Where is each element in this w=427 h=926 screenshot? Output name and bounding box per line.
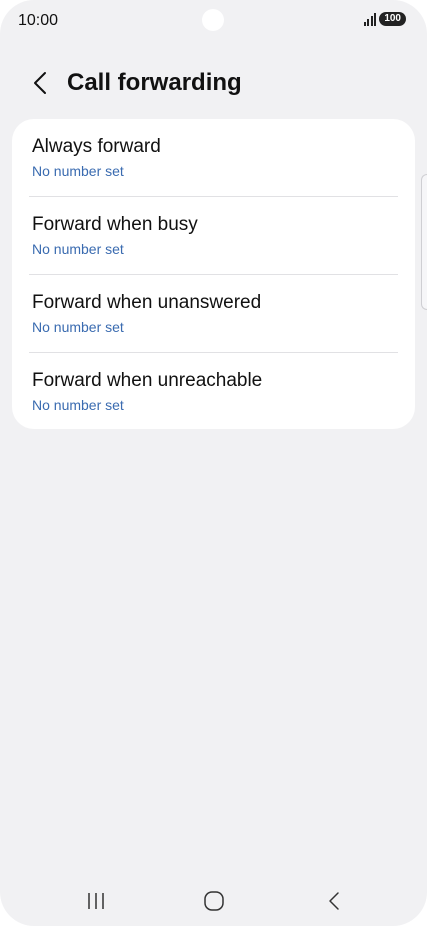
recents-button[interactable]	[74, 886, 118, 916]
nav-back-button[interactable]	[312, 886, 356, 916]
camera-cutout	[202, 9, 224, 31]
list-item-forward-when-busy[interactable]: Forward when busy No number set	[12, 197, 415, 274]
list-item-forward-when-unreachable[interactable]: Forward when unreachable No number set	[12, 353, 415, 430]
scroll-indicator[interactable]	[421, 174, 427, 310]
home-button[interactable]	[192, 886, 236, 916]
battery-icon: 100	[379, 12, 406, 26]
app-header: Call forwarding	[0, 62, 427, 106]
back-icon	[329, 892, 339, 910]
back-button[interactable]	[26, 68, 54, 98]
status-bar: 10:00 100	[0, 0, 427, 44]
item-title: Forward when busy	[32, 214, 198, 235]
navigation-bar	[0, 876, 427, 926]
phone-screen: 10:00 100 Call forwarding Always forward…	[0, 0, 427, 926]
home-icon	[204, 891, 224, 911]
chevron-left-icon	[34, 72, 46, 94]
status-icons: 100	[363, 12, 406, 26]
page-title: Call forwarding	[67, 69, 242, 96]
forwarding-options-card: Always forward No number set Forward whe…	[12, 119, 415, 429]
list-item-forward-when-unanswered[interactable]: Forward when unanswered No number set	[12, 275, 415, 352]
item-subtitle: No number set	[32, 163, 124, 179]
item-subtitle: No number set	[32, 241, 124, 257]
item-title: Always forward	[32, 136, 161, 157]
recents-icon	[88, 893, 104, 909]
item-title: Forward when unreachable	[32, 370, 263, 391]
item-title: Forward when unanswered	[32, 292, 262, 313]
signal-icon	[363, 12, 377, 26]
status-time: 10:00	[18, 12, 59, 29]
item-subtitle: No number set	[32, 397, 124, 413]
item-subtitle: No number set	[32, 319, 124, 335]
list-item-always-forward[interactable]: Always forward No number set	[12, 119, 415, 196]
